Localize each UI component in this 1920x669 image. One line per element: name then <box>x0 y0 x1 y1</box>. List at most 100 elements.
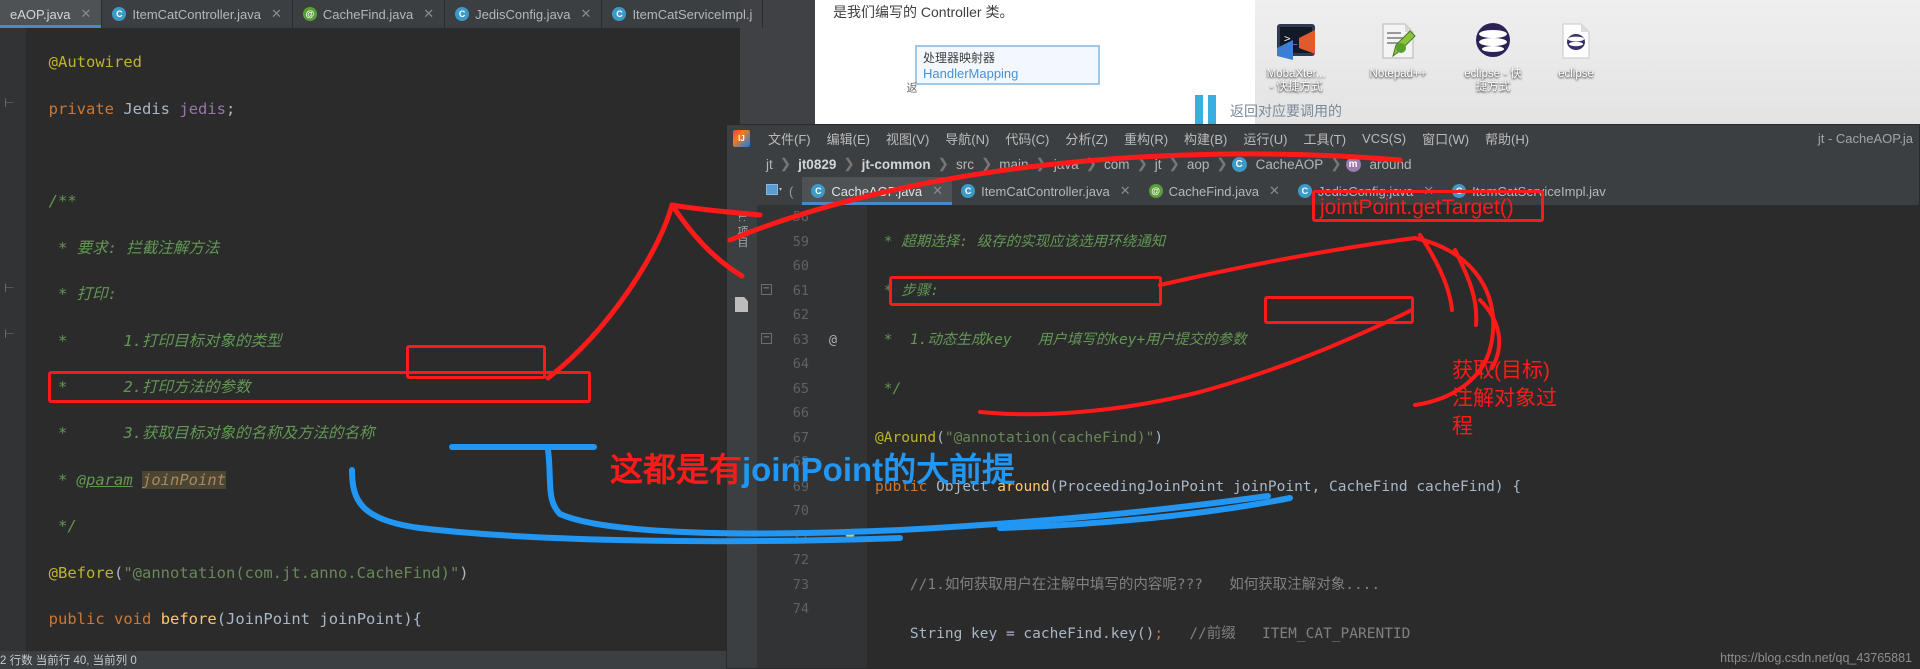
chevron-right-icon: ❯ <box>843 156 855 171</box>
close-icon[interactable]: ✕ <box>1269 183 1280 199</box>
tab-itemcatcontroller[interactable]: C ItemCatController.java ✕ <box>102 0 293 28</box>
tab-switcher-button[interactable]: ( <box>757 177 802 205</box>
background-editor-window: eAOP.java ✕ C ItemCatController.java ✕ @… <box>0 0 764 669</box>
class-icon: C <box>1231 156 1247 172</box>
annotation-box-get-args <box>48 371 591 403</box>
desktop-icon-eclipse-shortcut[interactable]: eclipse - 快 捷方式 <box>1445 18 1541 94</box>
desktop-icon-notepadpp[interactable]: Notepad++ <box>1350 18 1446 81</box>
tab-itemcatcontroller[interactable]: C ItemCatController.java ✕ <box>952 177 1140 205</box>
close-icon[interactable]: ✕ <box>1120 183 1131 199</box>
method-icon: m <box>1345 156 1361 172</box>
breadcrumb-around[interactable]: around <box>1367 157 1415 172</box>
desktop-icon-mobaxterm[interactable]: >_ MobaXter... - 快捷方式 <box>1248 18 1344 94</box>
chevron-right-icon: ❯ <box>779 156 792 171</box>
line-number: 74 <box>792 601 809 617</box>
line-number: 64 <box>792 356 809 372</box>
breadcrumb-src[interactable]: src <box>953 157 977 172</box>
tab-cacheaop[interactable]: C CacheAOP.java ✕ <box>802 177 953 205</box>
breadcrumb-main[interactable]: main <box>996 157 1031 172</box>
eclipse-shortcut-icon <box>1470 18 1516 64</box>
annotation-label-right-1: 获取(目标) <box>1452 359 1550 382</box>
project-tool-label[interactable]: 1: 项目 <box>734 213 750 247</box>
annotation-box-cachefind-param <box>1264 296 1414 324</box>
class-icon: C <box>1297 184 1312 198</box>
class-icon: C <box>612 7 627 21</box>
chevron-right-icon: ❯ <box>980 156 993 171</box>
fold-icon[interactable]: ⊢ <box>4 327 18 341</box>
breadcrumb-jt0829[interactable]: jt0829 <box>795 157 839 172</box>
fold-icon[interactable]: ⊢ <box>4 281 18 295</box>
slide-handler-box: 处理器映射器 HandlerMapping <box>915 45 1100 85</box>
menu-navigate[interactable]: 导航(N) <box>937 126 997 151</box>
intention-bulb-icon[interactable] <box>843 528 857 542</box>
chevron-right-icon: ❯ <box>1035 156 1047 171</box>
breadcrumb-java[interactable]: java <box>1051 157 1082 172</box>
menu-code[interactable]: 代码(C) <box>997 126 1057 151</box>
annotation-big-phrase: 这都是有joinPoint的大前提 <box>610 443 1015 491</box>
structure-icon[interactable] <box>735 297 748 312</box>
slide-box-line1: 处理器映射器 <box>923 51 996 65</box>
editor-gutter[interactable]: 58 59 60 61 ─ 62 63 @ ─ 64 65 66 67 68 6… <box>757 205 867 668</box>
breadcrumb-jt[interactable]: jt <box>763 157 776 172</box>
menu-bar: 文件(F) 编辑(E) 视图(V) 导航(N) 代码(C) 分析(Z) 重构(R… <box>727 125 1919 151</box>
fold-icon[interactable]: ⊢ <box>4 96 18 110</box>
tab-label: ItemCatController.java <box>132 6 261 22</box>
line-number: 58 <box>792 209 809 225</box>
slide-right-text: 返回对应要调用的 <box>1230 103 1342 119</box>
fold-collapse-icon[interactable]: ─ <box>761 332 772 344</box>
menu-vcs[interactable]: VCS(S) <box>1354 128 1414 149</box>
menu-file[interactable]: 文件(F) <box>760 126 819 151</box>
close-icon[interactable]: ✕ <box>271 6 282 22</box>
slide-box-line2: HandlerMapping <box>923 66 1019 81</box>
desktop-icon-label: eclipse - 快 捷方式 <box>1464 68 1522 93</box>
line-number: 72 <box>792 552 809 568</box>
breadcrumb-aop[interactable]: aop <box>1184 157 1213 172</box>
menu-refactor[interactable]: 重构(R) <box>1116 126 1176 151</box>
menu-run[interactable]: 运行(U) <box>1235 126 1295 151</box>
line-number: 59 <box>792 233 809 250</box>
menu-window[interactable]: 窗口(W) <box>1414 126 1477 151</box>
eclipse-icon <box>1553 18 1599 64</box>
menu-edit[interactable]: 编辑(E) <box>819 126 878 151</box>
desktop-icon-eclipse[interactable]: eclipse <box>1528 18 1624 81</box>
tab-jedisconfig[interactable]: C JedisConfig.java ✕ <box>445 0 603 28</box>
chevron-right-icon: ❯ <box>1168 156 1180 171</box>
editor-body: 1: 项目 58 59 60 61 ─ 62 63 @ ─ 64 65 66 6… <box>727 205 1919 668</box>
close-icon[interactable]: ✕ <box>423 6 434 22</box>
annotation-gutter-icon[interactable]: @ <box>829 328 837 353</box>
menu-build[interactable]: 构建(B) <box>1176 126 1235 151</box>
background-editor-gutter: ⊢ ⊢ ⊢ <box>0 28 26 651</box>
fold-collapse-icon[interactable]: ─ <box>761 283 772 295</box>
line-number: 63 @ ─ <box>757 328 867 353</box>
breadcrumb-cacheaop[interactable]: CacheAOP <box>1253 157 1327 172</box>
close-icon[interactable]: ✕ <box>581 6 592 22</box>
tab-cachefind[interactable]: @ CacheFind.java ✕ <box>1140 177 1289 205</box>
window-switch-icon <box>766 184 782 195</box>
tab-cachefind[interactable]: @ CacheFind.java ✕ <box>293 0 446 28</box>
tab-itemcatserviceimpl[interactable]: C ItemCatServiceImpl.j <box>602 0 764 28</box>
desktop-icon-label: MobaXter... - 快捷方式 <box>1266 68 1326 93</box>
tab-cacheaop[interactable]: eAOP.java ✕ <box>0 0 103 28</box>
left-tool-window-bar: 1: 项目 <box>727 205 757 668</box>
status-text: 2 行数 当前行 40, 当前列 0 <box>0 655 137 667</box>
editor-code[interactable]: * 超期选择: 级存的实现应该选用环绕通知 * 步骤: * 1.动态生成key … <box>875 205 1919 668</box>
tab-label: eAOP.java <box>10 6 71 22</box>
close-icon[interactable]: ✕ <box>932 183 943 199</box>
close-icon[interactable]: ✕ <box>80 6 91 22</box>
background-editor-code[interactable]: @Autowired private Jedis jedis; /** * 要求… <box>30 28 740 651</box>
breadcrumb-jt-common[interactable]: jt-common <box>859 157 934 172</box>
menu-help[interactable]: 帮助(H) <box>1477 126 1537 151</box>
breadcrumb-com[interactable]: com <box>1101 157 1133 172</box>
desktop-icon-label: eclipse <box>1558 68 1594 80</box>
intellij-logo-icon <box>733 129 750 147</box>
breadcrumb: jt ❯ jt0829 ❯ jt-common ❯ src ❯ main ❯ j… <box>727 151 1919 177</box>
menu-analyze[interactable]: 分析(Z) <box>1057 126 1116 151</box>
chevron-right-icon: ❯ <box>1085 156 1097 171</box>
class-icon: C <box>455 7 470 21</box>
menu-view[interactable]: 视图(V) <box>878 126 937 151</box>
menu-tools[interactable]: 工具(T) <box>1295 126 1354 151</box>
annotation-icon: @ <box>1148 184 1163 198</box>
breadcrumb-jt2[interactable]: jt <box>1152 157 1165 172</box>
slide-top-text: 是我们编写的 Controller 类。 <box>833 4 1014 20</box>
line-number: 65 <box>792 380 809 397</box>
